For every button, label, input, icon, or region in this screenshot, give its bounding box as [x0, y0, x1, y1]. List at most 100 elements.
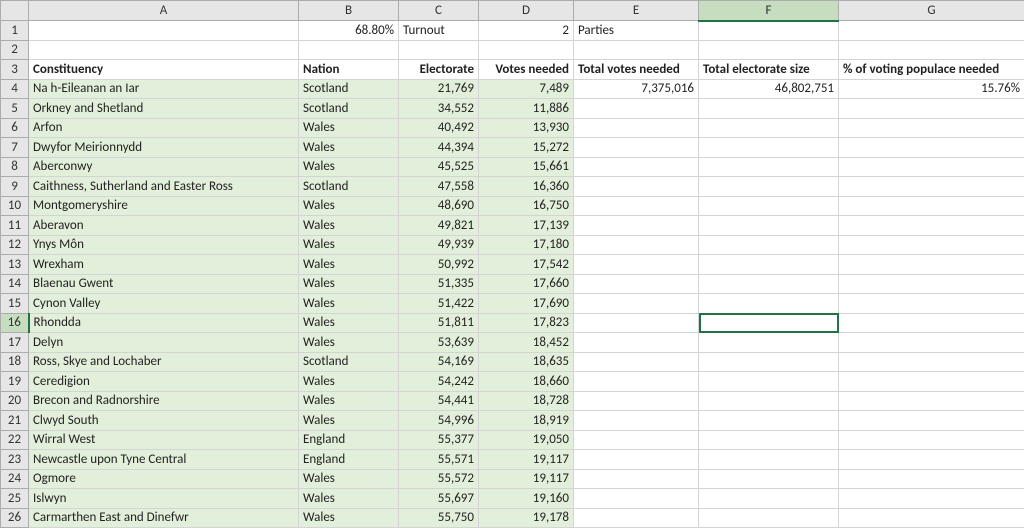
cell-C14[interactable]: 51,335: [399, 274, 479, 294]
cell-F3[interactable]: Total electorate size: [699, 60, 839, 80]
col-header-D[interactable]: D: [479, 1, 574, 21]
cell-F15[interactable]: [699, 294, 839, 314]
cell-E7[interactable]: [574, 138, 699, 158]
cell-D13[interactable]: 17,542: [479, 255, 574, 275]
row-header-7[interactable]: 7: [1, 138, 29, 158]
cell-E8[interactable]: [574, 157, 699, 177]
row-header-9[interactable]: 9: [1, 177, 29, 197]
cell-D8[interactable]: 15,661: [479, 157, 574, 177]
cell-G17[interactable]: [839, 333, 1024, 353]
cell-D23[interactable]: 19,117: [479, 450, 574, 470]
row-header-17[interactable]: 17: [1, 333, 29, 353]
cell-E10[interactable]: [574, 196, 699, 216]
cell-E14[interactable]: [574, 274, 699, 294]
row-header-19[interactable]: 19: [1, 372, 29, 392]
cell-B5[interactable]: Scotland: [299, 99, 399, 119]
cell-B9[interactable]: Scotland: [299, 177, 399, 197]
cell-G10[interactable]: [839, 196, 1024, 216]
cell-G6[interactable]: [839, 118, 1024, 138]
cell-C6[interactable]: 40,492: [399, 118, 479, 138]
row-header-3[interactable]: 3: [1, 60, 29, 80]
cell-C13[interactable]: 50,992: [399, 255, 479, 275]
cell-A2[interactable]: [29, 40, 299, 60]
cell-D3[interactable]: Votes needed: [479, 60, 574, 80]
cell-F10[interactable]: [699, 196, 839, 216]
cell-F14[interactable]: [699, 274, 839, 294]
cell-E15[interactable]: [574, 294, 699, 314]
cell-G24[interactable]: [839, 469, 1024, 489]
row-header-8[interactable]: 8: [1, 157, 29, 177]
cell-F9[interactable]: [699, 177, 839, 197]
cell-A23[interactable]: Newcastle upon Tyne Central: [29, 450, 299, 470]
cell-D10[interactable]: 16,750: [479, 196, 574, 216]
cell-G21[interactable]: [839, 411, 1024, 431]
cell-A7[interactable]: Dwyfor Meirionnydd: [29, 138, 299, 158]
cell-B8[interactable]: Wales: [299, 157, 399, 177]
col-header-B[interactable]: B: [299, 1, 399, 21]
cell-A24[interactable]: Ogmore: [29, 469, 299, 489]
row-header-4[interactable]: 4: [1, 79, 29, 99]
cell-G5[interactable]: [839, 99, 1024, 119]
cell-B22[interactable]: England: [299, 430, 399, 450]
cell-E23[interactable]: [574, 450, 699, 470]
cell-A5[interactable]: Orkney and Shetland: [29, 99, 299, 119]
cell-F11[interactable]: [699, 216, 839, 236]
cell-E16[interactable]: [574, 313, 699, 333]
cell-D24[interactable]: 19,117: [479, 469, 574, 489]
cell-B6[interactable]: Wales: [299, 118, 399, 138]
cell-D4[interactable]: 7,489: [479, 79, 574, 99]
cell-G1[interactable]: [839, 21, 1024, 41]
spreadsheet-grid[interactable]: A B C D E F G 168.80%Turnout2Parties23Co…: [0, 0, 1024, 520]
row-header-13[interactable]: 13: [1, 255, 29, 275]
cell-A21[interactable]: Clwyd South: [29, 411, 299, 431]
cell-E3[interactable]: Total votes needed: [574, 60, 699, 80]
cell-B24[interactable]: Wales: [299, 469, 399, 489]
cell-F18[interactable]: [699, 352, 839, 372]
cell-G16[interactable]: [839, 313, 1024, 333]
cell-D5[interactable]: 11,886: [479, 99, 574, 119]
col-header-A[interactable]: A: [29, 1, 299, 21]
cell-C22[interactable]: 55,377: [399, 430, 479, 450]
cell-A26[interactable]: Carmarthen East and Dinefwr: [29, 508, 299, 528]
cell-D21[interactable]: 18,919: [479, 411, 574, 431]
cell-F2[interactable]: [699, 40, 839, 60]
cell-D19[interactable]: 18,660: [479, 372, 574, 392]
cell-G23[interactable]: [839, 450, 1024, 470]
cell-C25[interactable]: 55,697: [399, 489, 479, 509]
cell-F24[interactable]: [699, 469, 839, 489]
cell-F4[interactable]: 46,802,751: [699, 79, 839, 99]
row-header-10[interactable]: 10: [1, 196, 29, 216]
cell-C15[interactable]: 51,422: [399, 294, 479, 314]
cell-C4[interactable]: 21,769: [399, 79, 479, 99]
cell-G14[interactable]: [839, 274, 1024, 294]
cell-C5[interactable]: 34,552: [399, 99, 479, 119]
cell-B13[interactable]: Wales: [299, 255, 399, 275]
cell-C19[interactable]: 54,242: [399, 372, 479, 392]
cell-B26[interactable]: Wales: [299, 508, 399, 528]
cell-C1[interactable]: Turnout: [399, 21, 479, 41]
cell-F1[interactable]: [699, 21, 839, 41]
cell-C11[interactable]: 49,821: [399, 216, 479, 236]
cell-C8[interactable]: 45,525: [399, 157, 479, 177]
cell-C2[interactable]: [399, 40, 479, 60]
cell-B23[interactable]: England: [299, 450, 399, 470]
row-header-22[interactable]: 22: [1, 430, 29, 450]
row-header-23[interactable]: 23: [1, 450, 29, 470]
select-all-corner[interactable]: [1, 1, 29, 21]
cell-C26[interactable]: 55,750: [399, 508, 479, 528]
cell-E19[interactable]: [574, 372, 699, 392]
cell-E12[interactable]: [574, 235, 699, 255]
cell-B25[interactable]: Wales: [299, 489, 399, 509]
row-header-21[interactable]: 21: [1, 411, 29, 431]
cell-A22[interactable]: Wirral West: [29, 430, 299, 450]
cell-E1[interactable]: Parties: [574, 21, 699, 41]
cell-G25[interactable]: [839, 489, 1024, 509]
cell-D2[interactable]: [479, 40, 574, 60]
cell-F26[interactable]: [699, 508, 839, 528]
cell-B18[interactable]: Scotland: [299, 352, 399, 372]
cell-G15[interactable]: [839, 294, 1024, 314]
cell-G2[interactable]: [839, 40, 1024, 60]
cell-B7[interactable]: Wales: [299, 138, 399, 158]
cell-E6[interactable]: [574, 118, 699, 138]
cell-G26[interactable]: [839, 508, 1024, 528]
